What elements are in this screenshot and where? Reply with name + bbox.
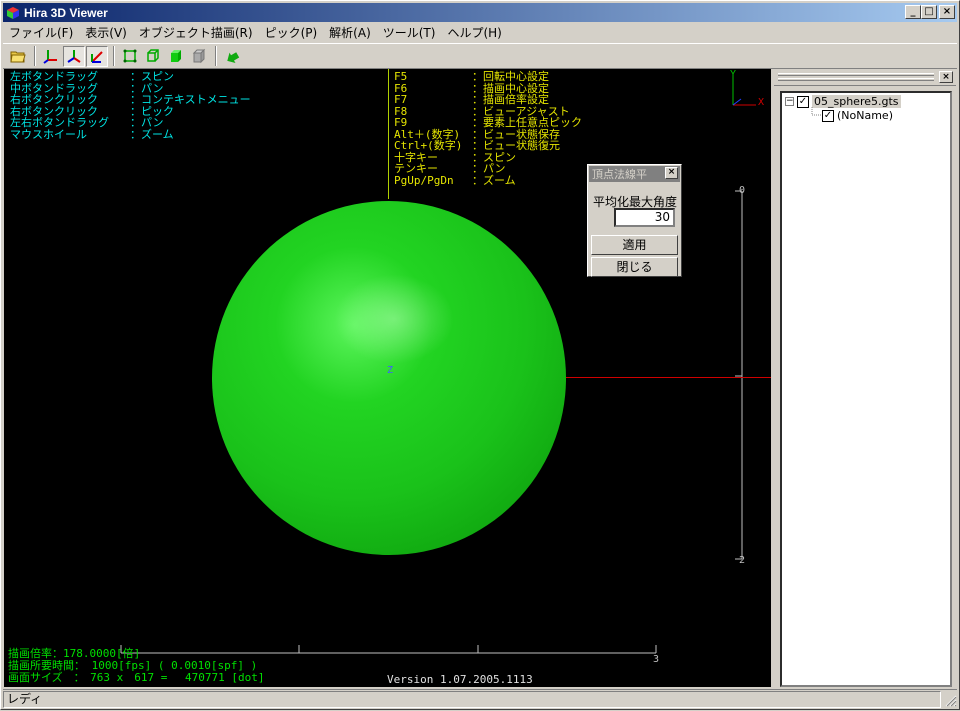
window-title: Hira 3D Viewer (24, 5, 108, 20)
v-scale-top-label: 0 (739, 185, 746, 196)
v-scale-bottom-label: 2 (739, 555, 746, 566)
menu-tools[interactable]: ツール(T) (377, 24, 442, 41)
menu-file[interactable]: ファイル(F) (3, 24, 79, 41)
solid-cube-icon[interactable] (165, 46, 187, 67)
status-bar: レディ (3, 689, 957, 708)
panel-header[interactable]: × (774, 69, 956, 86)
dialog-title-bar[interactable]: 頂点法線平 × (589, 166, 680, 182)
menu-pick[interactable]: ピック(P) (259, 24, 324, 41)
dialog-title: 頂点法線平 (592, 168, 647, 181)
object-tree: − ✓ 05_sphere5.gts ✓ (NoName) (780, 91, 952, 687)
app-window: Hira 3D Viewer _ □ × ファイル(F) 表示(V) オブジェク… (0, 0, 960, 710)
tree-child-label[interactable]: (NoName) (837, 109, 893, 122)
tree-lines (811, 107, 822, 116)
sphere-highlight (334, 274, 454, 364)
minimize-button[interactable]: _ (905, 5, 921, 19)
cube-outline-icon[interactable] (142, 46, 164, 67)
menu-help[interactable]: ヘルプ(H) (441, 24, 507, 41)
dialog-close-icon[interactable]: × (665, 167, 678, 179)
open-folder-icon[interactable] (7, 46, 29, 67)
axes-alt-icon[interactable] (86, 45, 108, 67)
menu-view[interactable]: 表示(V) (79, 24, 133, 41)
panel-close-icon[interactable]: × (939, 71, 953, 83)
gray-cube-icon[interactable] (188, 46, 210, 67)
h-scale-label: 3 (653, 654, 660, 665)
menu-object-render[interactable]: オブジェクト描画(R) (133, 24, 259, 41)
toolbar-separator (34, 46, 36, 66)
title-bar[interactable]: Hira 3D Viewer _ □ × (3, 3, 957, 22)
green-sphere-model[interactable] (212, 201, 566, 555)
version-label: Version 1.07.2005.1113 (387, 673, 533, 686)
menu-bar: ファイル(F) 表示(V) オブジェクト描画(R) ピック(P) 解析(A) ツ… (3, 23, 957, 42)
wireframe-icon[interactable] (119, 46, 141, 67)
menu-analysis[interactable]: 解析(A) (323, 24, 377, 41)
arrow-icon[interactable] (221, 46, 243, 67)
object-tree-panel: × − ✓ 05_sphere5.gts ✓ (NoName) (774, 69, 956, 687)
vertex-normal-dialog: 頂点法線平 × 平均化最大角度 30 適用 閉じる (587, 164, 682, 277)
z-axis-label: Z (387, 365, 394, 376)
close-button[interactable]: × (939, 5, 955, 19)
3d-viewport[interactable]: 左ボタンドラッグ ：スピン 中ボタンドラッグ ：パン 右ボタンクリック ：コンテキスト… (4, 69, 771, 687)
panel-grip (778, 78, 934, 81)
x-axis-label: X (758, 97, 765, 108)
apply-button[interactable]: 適用 (591, 235, 678, 255)
toolbar (3, 43, 957, 69)
close-dialog-button[interactable]: 閉じる (591, 257, 678, 277)
maximize-button[interactable]: □ (921, 5, 937, 19)
status-text: レディ (3, 690, 941, 708)
screen-size-readout: 画面サイズ ： 763 x 617 = 470771 [dot] (8, 671, 265, 684)
resize-grip-icon[interactable] (941, 691, 957, 708)
max-angle-input[interactable]: 30 (614, 208, 675, 227)
z-axis-line (732, 98, 742, 106)
y-axis-label: Y (730, 69, 737, 80)
toolbar-separator (113, 46, 115, 66)
axes-view-icon[interactable] (63, 45, 85, 67)
app-cube-icon (6, 6, 20, 20)
toolbar-separator (215, 46, 217, 66)
x-axis-red-line (566, 377, 771, 378)
axes-xyz-icon[interactable] (40, 46, 62, 67)
panel-grip (778, 73, 934, 76)
